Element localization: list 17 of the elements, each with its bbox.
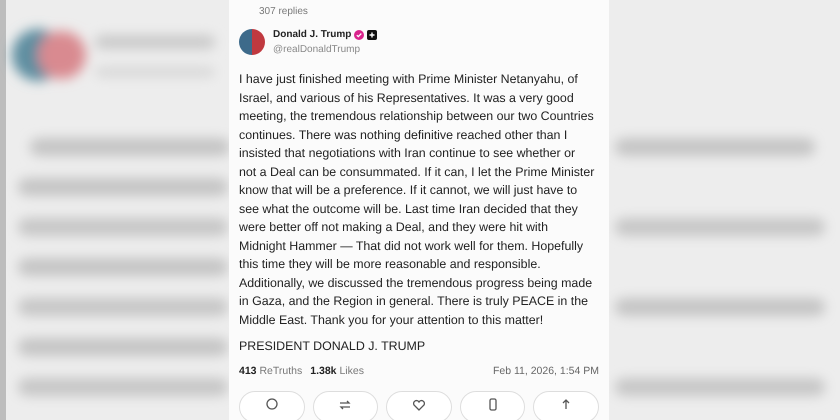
heart-icon bbox=[410, 397, 427, 412]
bookmark-button[interactable] bbox=[460, 391, 526, 420]
plus-icon bbox=[367, 30, 378, 40]
avatar bbox=[239, 29, 265, 55]
share-button[interactable] bbox=[533, 391, 599, 420]
like-button[interactable] bbox=[386, 391, 452, 420]
reply-button[interactable] bbox=[239, 391, 305, 420]
stat-count[interactable]: 413 ReTruths bbox=[239, 364, 302, 380]
post-text: I have just finished meeting with Prime Minister Netanyahu, of Israel, and various of his Representatives. It was a very good meeting, the tremendous relationship between our two Countries continues. There was nothing definitive reached other than I insisted that negotiations with Iran continue to see whether or not a Deal can be consummated. If it can, I let the Prime Minister know that will be a preference. If it cannot, we will just have to see what the outcome will be. Last time Iran decided that they were better off not making a Deal, and they were hit with Midnight Hammer — That did not work well for them. Hopefully this time they will be more reasonable and responsible. Additionally, we discussed the tremendous progress being made in Gaza, and the Region in general. There is truly PEACE in the Middle East. Thank you for your attention to this matter! bbox=[239, 71, 596, 329]
timestamp: Feb 11, 2026, 1:54 PM bbox=[492, 364, 599, 379]
author-name[interactable]: Donald J. Trump bbox=[273, 27, 352, 42]
comment-icon bbox=[264, 397, 280, 412]
signature: PRESIDENT DONALD J. TRUMP bbox=[239, 338, 426, 355]
author-handle: @realDonaldTrump bbox=[273, 43, 362, 57]
reply-count: 307 replies bbox=[258, 5, 309, 19]
stat-count[interactable]: 1.38k Likes bbox=[310, 364, 364, 380]
retruth-button[interactable] bbox=[312, 391, 378, 420]
